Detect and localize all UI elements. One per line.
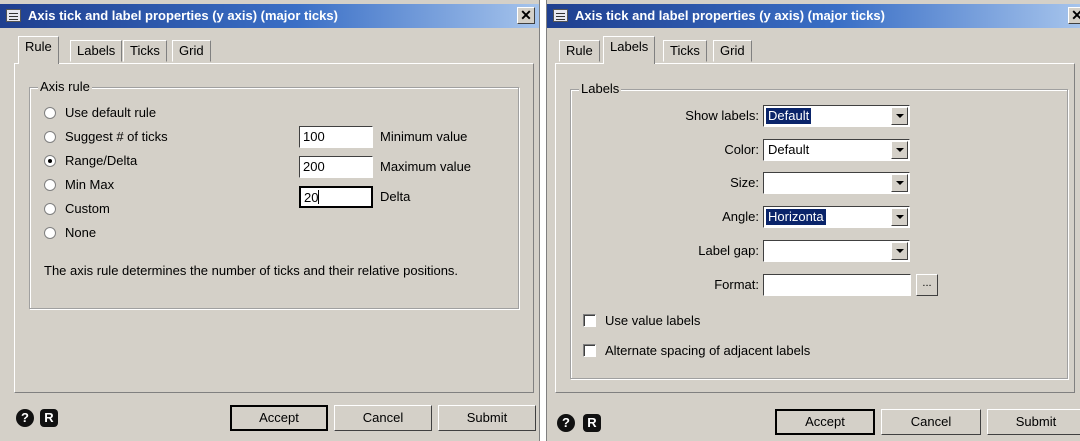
help-icon[interactable]: ?: [557, 414, 575, 432]
title-bar[interactable]: Axis tick and label properties (y axis) …: [0, 4, 539, 28]
accept-button[interactable]: Accept: [230, 405, 328, 431]
radio-min-max[interactable]: Min Max: [44, 176, 114, 194]
format-label: Format:: [714, 277, 759, 292]
checkbox-icon: [583, 314, 596, 327]
chevron-down-icon[interactable]: [891, 242, 908, 260]
radio-custom[interactable]: Custom: [44, 200, 110, 218]
radio-suggest-ticks[interactable]: Suggest # of ticks: [44, 128, 168, 146]
selected-value: Default: [766, 108, 812, 124]
tab-grid[interactable]: Grid: [713, 40, 752, 62]
cancel-button[interactable]: Cancel: [334, 405, 432, 431]
selected-value: [766, 243, 770, 259]
radio-button-icon: [44, 107, 56, 119]
minimum-value-field[interactable]: 100: [299, 126, 373, 148]
radio-button-icon: [44, 179, 56, 191]
radio-button-icon: [44, 227, 56, 239]
checkbox-icon: [583, 344, 596, 357]
chevron-down-icon[interactable]: [891, 174, 908, 192]
radio-none[interactable]: None: [44, 224, 96, 242]
radio-label: Suggest # of ticks: [65, 129, 168, 144]
angle-label: Angle:: [722, 209, 759, 224]
record-icon[interactable]: R: [40, 409, 58, 427]
window-icon: [6, 9, 21, 22]
close-button[interactable]: ✕: [1068, 7, 1080, 24]
close-button[interactable]: ✕: [517, 7, 535, 24]
chevron-down-icon[interactable]: [891, 141, 908, 159]
radio-use-default-rule[interactable]: Use default rule: [44, 104, 156, 122]
chevron-down-icon[interactable]: [891, 208, 908, 226]
delta-field[interactable]: 20: [299, 186, 373, 208]
window-icon: [553, 9, 568, 22]
angle-select[interactable]: Horizonta: [763, 206, 910, 228]
text-cursor: [318, 190, 320, 204]
checkbox-label: Alternate spacing of adjacent labels: [605, 343, 811, 358]
tab-ticks[interactable]: Ticks: [123, 40, 167, 62]
radio-label: None: [65, 225, 97, 240]
chevron-down-icon[interactable]: [891, 107, 908, 125]
help-icon[interactable]: ?: [16, 409, 34, 427]
show-labels-select[interactable]: Default: [763, 105, 910, 127]
cancel-button[interactable]: Cancel: [881, 409, 981, 435]
title-bar[interactable]: Axis tick and label properties (y axis) …: [547, 4, 1080, 28]
color-label: Color:: [724, 142, 759, 157]
use-value-labels-checkbox[interactable]: Use value labels: [583, 312, 700, 330]
tab-ticks[interactable]: Ticks: [663, 40, 707, 62]
submit-button[interactable]: Submit: [438, 405, 536, 431]
radio-label: Custom: [65, 201, 110, 216]
maximum-value-field[interactable]: 200: [299, 156, 373, 178]
window-title: Axis tick and label properties (y axis) …: [575, 8, 885, 23]
size-select[interactable]: [763, 172, 910, 194]
format-browse-button[interactable]: ...: [916, 274, 938, 296]
tab-labels[interactable]: Labels: [603, 36, 656, 64]
window-title: Axis tick and label properties (y axis) …: [28, 8, 338, 23]
tab-grid[interactable]: Grid: [172, 40, 211, 62]
help-text: The axis rule determines the number of t…: [44, 263, 459, 278]
selected-value: [766, 175, 770, 191]
label-gap-select[interactable]: [763, 240, 910, 262]
size-label: Size:: [730, 175, 759, 190]
radio-range-delta[interactable]: Range/Delta: [44, 152, 137, 170]
checkbox-label: Use value labels: [605, 313, 701, 328]
show-labels-label: Show labels:: [685, 108, 759, 123]
tab-rule[interactable]: Rule: [18, 36, 59, 64]
format-field[interactable]: [763, 274, 911, 296]
tab-rule[interactable]: Rule: [559, 40, 600, 62]
labels-group: Labels: [570, 81, 1068, 379]
radio-label: Min Max: [65, 177, 115, 192]
tab-labels[interactable]: Labels: [70, 40, 123, 62]
group-label: Labels: [579, 81, 622, 96]
delta-value: 20: [304, 190, 319, 205]
radio-button-checked-icon: [44, 155, 56, 167]
selected-value: Default: [768, 142, 810, 157]
minimum-value-label: Minimum value: [380, 129, 468, 144]
record-icon[interactable]: R: [583, 414, 601, 432]
accept-button[interactable]: Accept: [775, 409, 875, 435]
radio-label: Use default rule: [65, 105, 157, 120]
maximum-value-label: Maximum value: [380, 159, 472, 174]
group-label: Axis rule: [38, 79, 92, 94]
alternate-spacing-checkbox[interactable]: Alternate spacing of adjacent labels: [583, 342, 810, 360]
selected-value: Horizonta: [766, 209, 826, 225]
color-select[interactable]: Default: [763, 139, 910, 161]
delta-label: Delta: [380, 189, 411, 204]
radio-button-icon: [44, 131, 56, 143]
rule-dialog: Axis tick and label properties (y axis) …: [0, 0, 540, 441]
radio-label: Range/Delta: [65, 153, 138, 168]
radio-button-icon: [44, 203, 56, 215]
labels-dialog: Axis tick and label properties (y axis) …: [546, 0, 1080, 441]
label-gap-label: Label gap:: [698, 243, 759, 258]
submit-button[interactable]: Submit: [987, 409, 1080, 435]
